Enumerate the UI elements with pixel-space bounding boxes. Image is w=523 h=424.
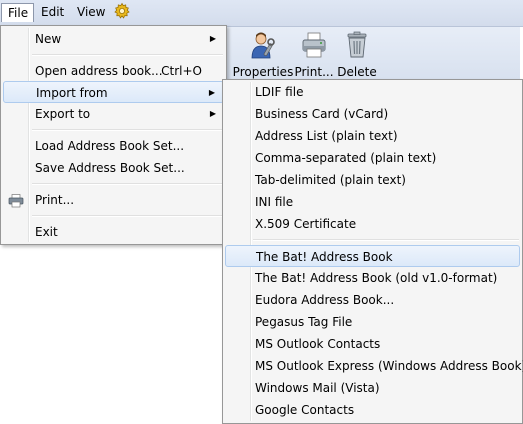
menu-item-label: Exit [35, 225, 58, 239]
properties-button[interactable]: Properties [232, 31, 294, 79]
menu-item-label: Business Card (vCard) [255, 107, 389, 121]
menu-item-label: MS Outlook Express (Windows Address Book… [255, 359, 523, 373]
submenu-item-ms-outlook-express[interactable]: MS Outlook Express (Windows Address Book… [225, 355, 523, 377]
submenu-item-address-list[interactable]: Address List (plain text) [225, 125, 520, 147]
printer-icon [8, 193, 24, 215]
menu-item-label: Save Address Book Set... [35, 161, 185, 175]
menu-item-label: MS Outlook Contacts [255, 337, 381, 351]
menu-item-print[interactable]: Print... [3, 189, 224, 211]
submenu-item-ini-file[interactable]: INI file [225, 191, 520, 213]
menu-separator [32, 129, 223, 131]
submenu-item-comma-separated[interactable]: Comma-separated (plain text) [225, 147, 520, 169]
submenu-item-business-card[interactable]: Business Card (vCard) [225, 103, 520, 125]
submenu-item-ms-outlook-contacts[interactable]: MS Outlook Contacts [225, 333, 520, 355]
import-from-submenu: LDIF file Business Card (vCard) Address … [222, 79, 523, 424]
delete-label: Delete [337, 65, 377, 79]
menu-item-label: Eudora Address Book... [255, 293, 395, 307]
menu-item-new[interactable]: New ▶ [3, 28, 224, 50]
menu-item-label: Import from [36, 86, 108, 100]
properties-icon [232, 31, 294, 62]
menu-item-label: The Bat! Address Book [256, 250, 393, 264]
menu-item-shortcut: Ctrl+O [161, 64, 202, 78]
menu-item-label: Print... [35, 193, 75, 207]
menu-item-label: Tab-delimited (plain text) [255, 173, 406, 187]
menu-item-label: Comma-separated (plain text) [255, 151, 437, 165]
menu-view[interactable]: View [71, 3, 111, 22]
menu-separator [32, 183, 223, 185]
menu-item-label: Google Contacts [255, 403, 355, 417]
menu-item-label: The Bat! Address Book (old v1.0-format) [255, 271, 498, 285]
submenu-arrow-icon: ▶ [209, 34, 216, 43]
properties-label: Properties [232, 65, 294, 79]
submenu-item-pegasus-tag-file[interactable]: Pegasus Tag File [225, 311, 520, 333]
print-button[interactable]: Print... [294, 31, 334, 79]
gear-icon[interactable] [111, 2, 133, 21]
menu-item-load-address-book-set[interactable]: Load Address Book Set... [3, 135, 224, 157]
menu-item-exit[interactable]: Exit [3, 221, 224, 243]
submenu-item-google-contacts[interactable]: Google Contacts [225, 399, 520, 421]
submenu-item-windows-mail[interactable]: Windows Mail (Vista) [225, 377, 520, 399]
menu-separator [32, 54, 223, 56]
menu-item-label: INI file [255, 195, 294, 209]
submenu-item-tab-delimited[interactable]: Tab-delimited (plain text) [225, 169, 520, 191]
menu-item-label: Windows Mail (Vista) [255, 381, 380, 395]
menu-item-label: Export to [35, 107, 91, 121]
menu-item-import-from[interactable]: Import from ▶ [3, 81, 224, 103]
submenu-item-the-bat-address-book[interactable]: The Bat! Address Book [225, 245, 520, 267]
menu-item-open-address-book[interactable]: Open address book... Ctrl+O [3, 60, 224, 82]
menu-item-label: Pegasus Tag File [255, 315, 353, 329]
submenu-item-the-bat-address-book-old[interactable]: The Bat! Address Book (old v1.0-format) [225, 267, 520, 289]
file-menu-dropdown: New ▶ Open address book... Ctrl+O Import… [0, 25, 227, 245]
menu-file[interactable]: File [1, 3, 34, 22]
submenu-item-x509-certificate[interactable]: X.509 Certificate [225, 213, 520, 235]
print-label: Print... [294, 65, 334, 79]
submenu-item-eudora-address-book[interactable]: Eudora Address Book... [225, 289, 520, 311]
toolbar: Properties Print... Delete [226, 27, 520, 79]
menu-item-label: X.509 Certificate [255, 217, 357, 231]
menu-item-save-address-book-set[interactable]: Save Address Book Set... [3, 157, 224, 179]
menu-separator [253, 239, 519, 241]
submenu-item-ldif-file[interactable]: LDIF file [225, 81, 520, 103]
menu-item-label: New [35, 32, 62, 46]
delete-button[interactable]: Delete [336, 31, 378, 79]
printer-icon [294, 31, 334, 62]
menu-edit[interactable]: Edit [35, 3, 70, 22]
menu-item-label: Open address book... [35, 64, 163, 78]
submenu-arrow-icon: ▶ [208, 88, 215, 97]
menu-item-label: Load Address Book Set... [35, 139, 185, 153]
menu-bar: File Edit View [0, 0, 523, 27]
trash-icon [336, 31, 378, 62]
menu-item-label: LDIF file [255, 85, 304, 99]
submenu-arrow-icon: ▶ [209, 109, 216, 118]
menu-separator [32, 215, 223, 217]
menu-item-export-to[interactable]: Export to ▶ [3, 103, 224, 125]
menu-item-label: Address List (plain text) [255, 129, 398, 143]
